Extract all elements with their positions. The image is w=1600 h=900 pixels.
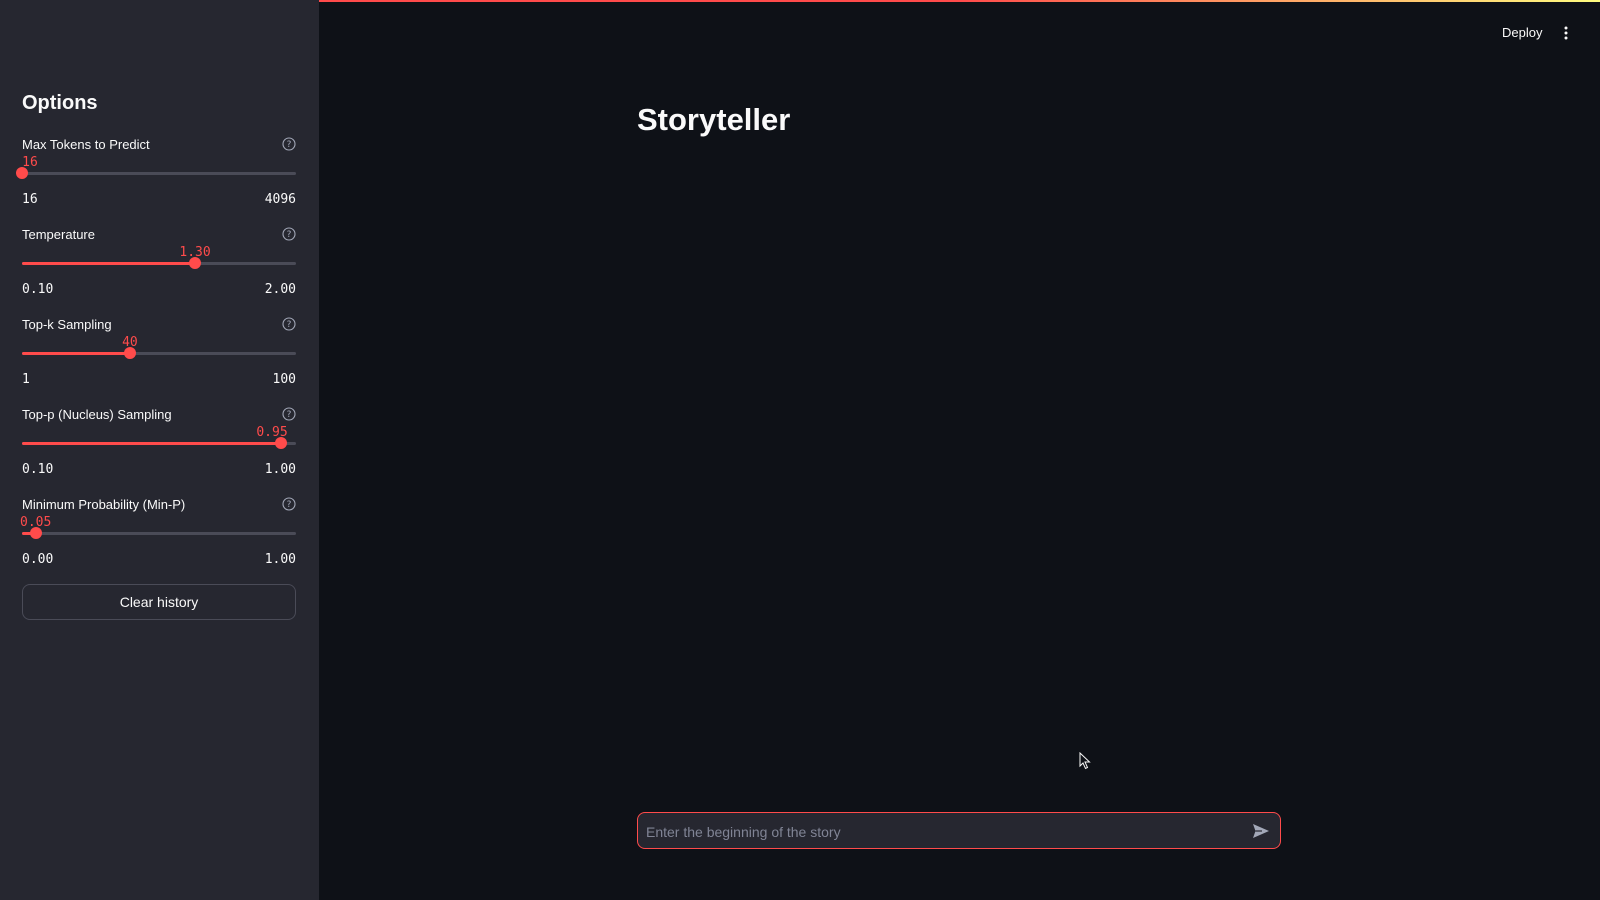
- slider-label: Max Tokens to Predict: [22, 137, 150, 152]
- help-icon[interactable]: ?: [282, 317, 296, 331]
- kebab-menu-icon[interactable]: [1560, 25, 1572, 41]
- deploy-button[interactable]: Deploy: [1502, 25, 1542, 40]
- sidebar-title: Options: [22, 92, 98, 114]
- slider-temperature: Temperature ? 1.30 0.10 2.00: [22, 227, 296, 307]
- slider-label: Top-k Sampling: [22, 317, 112, 332]
- slider-min-label: 16: [22, 192, 38, 207]
- chat-input-container: [637, 812, 1281, 850]
- slider-thumb[interactable]: [274, 437, 287, 449]
- slider-track[interactable]: [22, 437, 296, 449]
- slider-max-tokens: Max Tokens to Predict ? 16 16 4096: [16, 137, 296, 217]
- slider-track[interactable]: [16, 167, 296, 179]
- help-icon[interactable]: ?: [282, 137, 296, 151]
- mouse-cursor-icon: [1079, 752, 1091, 770]
- slider-thumb[interactable]: [29, 527, 42, 539]
- slider-top-k: Top-k Sampling ? 40 1 100: [22, 317, 296, 397]
- slider-thumb[interactable]: [16, 167, 28, 179]
- clear-history-button[interactable]: Clear history: [22, 584, 296, 620]
- slider-max-label: 1.00: [264, 462, 296, 477]
- slider-label: Top-p (Nucleus) Sampling: [22, 407, 172, 422]
- slider-top-p: Top-p (Nucleus) Sampling ? 0.95 0.10 1.0…: [22, 407, 296, 487]
- slider-thumb[interactable]: [189, 257, 202, 269]
- page-title: Storyteller: [637, 102, 791, 137]
- svg-text:?: ?: [287, 320, 292, 330]
- help-icon[interactable]: ?: [282, 407, 296, 421]
- slider-min-label: 0.00: [22, 552, 54, 567]
- slider-track[interactable]: [22, 347, 296, 359]
- send-icon[interactable]: [1252, 822, 1270, 840]
- slider-fill: [22, 262, 196, 265]
- slider-label: Temperature: [22, 227, 95, 242]
- slider-label: Minimum Probability (Min-P): [22, 497, 186, 512]
- slider-max-label: 2.00: [264, 282, 296, 297]
- slider-min-label: 0.10: [22, 282, 54, 297]
- story-input[interactable]: [644, 813, 1238, 850]
- svg-text:?: ?: [287, 230, 292, 240]
- slider-min-label: 0.10: [22, 462, 54, 477]
- slider-thumb[interactable]: [123, 347, 136, 359]
- slider-track[interactable]: [22, 527, 296, 539]
- sidebar: Options Max Tokens to Predict ? 16 16 40…: [0, 0, 319, 900]
- help-icon[interactable]: ?: [282, 227, 296, 241]
- svg-text:?: ?: [287, 140, 292, 150]
- svg-text:?: ?: [287, 500, 292, 510]
- slider-min-p: Minimum Probability (Min-P) ? 0.05 0.00 …: [20, 497, 296, 577]
- slider-max-label: 4096: [264, 192, 296, 207]
- slider-min-label: 1: [22, 372, 30, 387]
- slider-fill: [22, 442, 281, 445]
- svg-text:?: ?: [287, 410, 292, 420]
- help-icon[interactable]: ?: [282, 497, 296, 511]
- slider-max-label: 1.00: [264, 552, 296, 567]
- slider-track[interactable]: [22, 257, 296, 269]
- slider-fill: [22, 352, 130, 355]
- slider-max-label: 100: [272, 372, 296, 387]
